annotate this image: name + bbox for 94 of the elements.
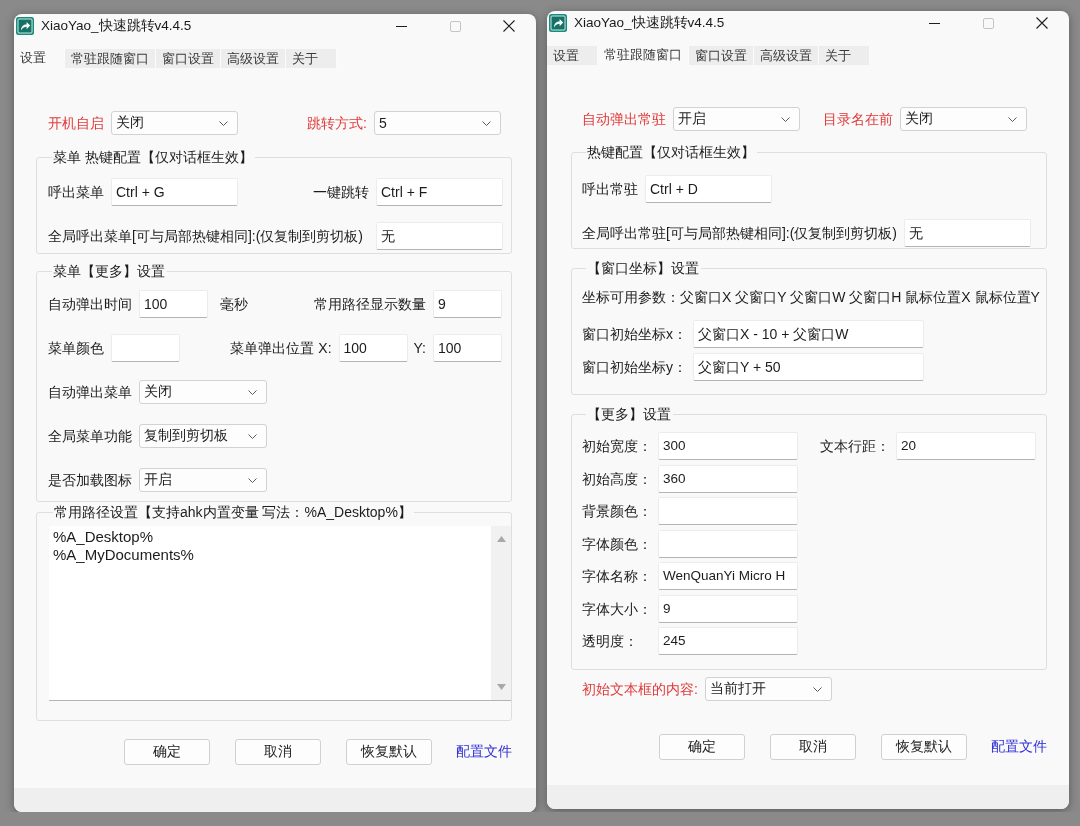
field-label: 初始宽度： xyxy=(582,437,652,456)
text-field[interactable]: 300 xyxy=(658,432,798,460)
field-label: 跳转方式: xyxy=(307,114,367,133)
tab[interactable]: 高级设置 xyxy=(754,46,819,65)
field-label: 字体颜色： xyxy=(582,534,652,554)
field-label: 全局呼出菜单[可与局部热键相同]:(仅复制到剪切板) xyxy=(48,227,363,246)
parameter-hint: 坐标可用参数：父窗口X 父窗口Y 父窗口W 父窗口H 鼠标位置X 鼠标位置Y xyxy=(582,288,1040,307)
chevron-icon xyxy=(482,120,491,126)
dropdown[interactable]: 复制到剪切板 xyxy=(139,424,267,448)
text-field[interactable]: 360 xyxy=(658,464,798,493)
field-label: 自动弹出菜单 xyxy=(48,383,132,402)
group-title: 【更多】设置 xyxy=(586,405,672,424)
chevron-icon xyxy=(219,120,228,126)
dropdown[interactable]: 开启 xyxy=(673,107,800,131)
dropdown[interactable]: 关闭 xyxy=(111,111,238,135)
chevron-icon xyxy=(781,116,790,122)
field-label: 透明度： xyxy=(582,632,639,651)
field-label: 呼出常驻 xyxy=(582,180,638,199)
scroll-down-icon[interactable] xyxy=(496,684,506,690)
text-field[interactable]: Ctrl + F xyxy=(376,178,503,206)
scrollbar[interactable] xyxy=(491,526,511,700)
text-field[interactable]: WenQuanYi Micro H xyxy=(658,562,798,590)
text-field[interactable]: 无 xyxy=(904,219,1031,247)
group-title: 菜单 热键配置【仅对话框生效】 xyxy=(52,148,254,167)
field-label: 字体大小： xyxy=(582,599,652,619)
chevron-icon xyxy=(248,389,257,395)
tab[interactable]: 设置 xyxy=(547,46,598,65)
field-label: 初始文本框的内容: xyxy=(582,680,698,699)
text-field[interactable] xyxy=(111,334,180,362)
field-label: 文本行距： xyxy=(820,437,890,456)
chevron-icon xyxy=(248,433,257,439)
tab[interactable]: 高级设置 xyxy=(221,49,286,68)
unit-label: 毫秒 xyxy=(220,295,248,314)
text-field[interactable]: Ctrl + D xyxy=(645,175,772,203)
dialog-button[interactable]: 取消 xyxy=(235,739,321,765)
text-field[interactable] xyxy=(658,529,798,558)
field-label: 字体名称： xyxy=(582,567,652,586)
tab[interactable]: 关于 xyxy=(286,49,337,68)
field-label: 一键跳转 xyxy=(313,183,369,202)
field-label: 菜单弹出位置 X: xyxy=(230,339,332,358)
window-title: XiaoYao_快速跳转v4.4.5 xyxy=(41,17,192,35)
dialog-button[interactable]: 恢复默认 xyxy=(881,734,967,760)
field-label: Y: xyxy=(413,339,426,358)
field-label: 自动弹出常驻 xyxy=(582,110,666,129)
text-field[interactable]: 100 xyxy=(433,334,502,362)
text-field[interactable]: 100 xyxy=(139,290,208,318)
group-title: 菜单【更多】设置 xyxy=(52,262,166,281)
window-title: XiaoYao_快速跳转v4.4.5 xyxy=(574,14,725,32)
config-file-link[interactable]: 配置文件 xyxy=(991,738,1047,756)
text-field[interactable] xyxy=(658,497,798,525)
group-title: 【窗口坐标】设置 xyxy=(586,259,700,278)
field-label: 窗口初始坐标y： xyxy=(582,358,688,377)
field-label: 开机自启 xyxy=(48,114,104,133)
tab[interactable]: 关于 xyxy=(819,46,870,65)
field-label: 目录名在前 xyxy=(823,110,893,129)
dialog-button[interactable]: 确定 xyxy=(124,739,210,765)
text-field[interactable]: 245 xyxy=(658,627,798,655)
text-field[interactable]: 100 xyxy=(338,334,408,362)
tab[interactable]: 窗口设置 xyxy=(689,46,754,65)
chevron-icon xyxy=(812,686,822,692)
dialog-button[interactable]: 确定 xyxy=(659,734,745,760)
dropdown[interactable]: 关闭 xyxy=(900,107,1027,131)
tab[interactable]: 窗口设置 xyxy=(156,49,221,68)
field-label: 呼出菜单 xyxy=(48,183,104,202)
chevron-icon xyxy=(1008,116,1017,122)
text-field[interactable]: Ctrl + G xyxy=(111,178,238,206)
text-field[interactable]: 9 xyxy=(433,290,502,318)
field-label: 背景颜色： xyxy=(582,502,652,521)
field-label: 自动弹出时间 xyxy=(48,295,132,314)
field-label: 全局菜单功能 xyxy=(48,427,132,446)
dialog-button[interactable]: 恢复默认 xyxy=(346,739,432,765)
field-label: 是否加载图标 xyxy=(48,471,132,490)
group-title: 热键配置【仅对话框生效】 xyxy=(586,143,756,162)
text-area[interactable]: %A_Desktop% %A_MyDocuments% xyxy=(49,526,511,701)
dropdown[interactable]: 开启 xyxy=(139,468,267,492)
tab[interactable]: 常驻跟随窗口 xyxy=(65,49,156,68)
config-file-link[interactable]: 配置文件 xyxy=(456,743,512,761)
group-title: 常用路径设置【支持ahk内置变量 写法：%A_Desktop%】 xyxy=(53,503,413,522)
field-label: 常用路径显示数量 xyxy=(314,295,426,314)
text-field[interactable]: 9 xyxy=(658,594,798,623)
field-label: 窗口初始坐标x： xyxy=(582,325,688,344)
dropdown[interactable]: 当前打开 xyxy=(704,677,832,701)
field-label: 菜单颜色 xyxy=(48,339,104,358)
field-label: 全局呼出常驻[可与局部热键相同]:(仅复制到剪切板) xyxy=(582,224,897,243)
chevron-icon xyxy=(248,477,257,483)
text-field[interactable]: 无 xyxy=(376,222,503,250)
field-label: 初始高度： xyxy=(582,469,652,489)
text-field[interactable]: 父窗口X - 10 + 父窗口W xyxy=(693,320,924,348)
text-field[interactable]: 20 xyxy=(896,432,1036,460)
text-field[interactable]: 父窗口Y + 50 xyxy=(693,353,924,381)
scroll-up-icon[interactable] xyxy=(496,536,506,542)
dropdown[interactable]: 关闭 xyxy=(139,380,267,404)
dropdown[interactable]: 5 xyxy=(374,111,501,135)
dialog-button[interactable]: 取消 xyxy=(770,734,856,760)
